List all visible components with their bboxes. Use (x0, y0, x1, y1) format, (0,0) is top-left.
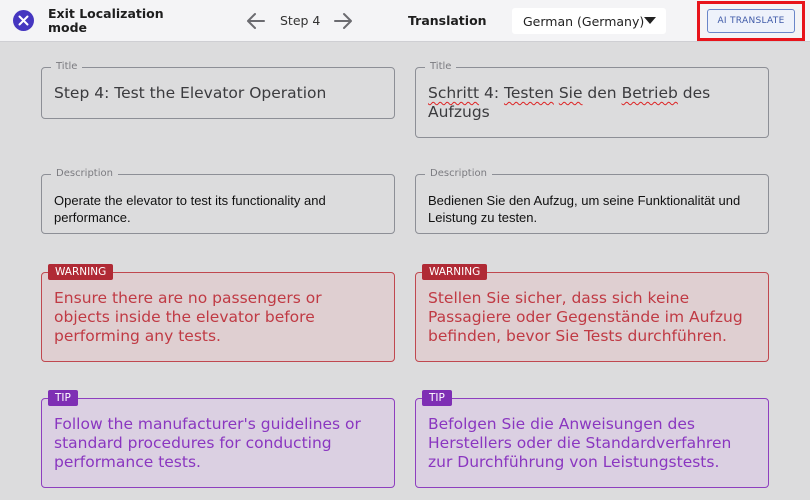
step-indicator: Step 4 (280, 13, 321, 28)
source-warning-text: Ensure there are no passengers or object… (54, 289, 322, 345)
source-title-legend: Title (51, 61, 83, 73)
misspelled-word: Schritt (428, 84, 480, 102)
translated-warning-callout[interactable]: WARNING Stellen Sie sicher, dass sich ke… (415, 264, 769, 362)
translated-title-legend: Title (425, 61, 457, 73)
translated-description-field[interactable]: Description Bedienen Sie den Aufzug, um … (415, 168, 769, 234)
translation-label: Translation (408, 13, 487, 28)
arrow-left-icon[interactable] (245, 10, 267, 32)
arrow-right-icon[interactable] (332, 10, 354, 32)
title-text-segment: 4: (479, 84, 504, 102)
source-tip-text: Follow the manufacturer's guidelines or … (54, 415, 361, 471)
misspelled-word: Betrieb (621, 84, 678, 102)
translated-title-field[interactable]: Title Schritt 4: Testen Sie den Betrieb … (415, 61, 769, 138)
translated-title-text[interactable]: Schritt 4: Testen Sie den Betrieb des Au… (428, 84, 756, 122)
translated-tip-callout[interactable]: TIP Befolgen Sie die Anweisungen des Her… (415, 390, 769, 488)
source-title-text: Step 4: Test the Elevator Operation (54, 84, 327, 102)
language-select-value: German (Germany) (523, 13, 645, 29)
source-tip-callout: TIP Follow the manufacturer's guidelines… (41, 390, 395, 488)
translated-tip-text[interactable]: Befolgen Sie die Anweisungen des Herstel… (428, 415, 756, 472)
source-warning-callout: WARNING Ensure there are no passengers o… (41, 264, 395, 362)
translated-warning-text[interactable]: Stellen Sie sicher, dass sich keine Pass… (428, 289, 756, 346)
source-description-field[interactable]: Description Operate the elevator to test… (41, 168, 395, 234)
close-icon (18, 15, 29, 26)
misspelled-word: Testen (503, 84, 554, 102)
translated-description-text[interactable]: Bedienen Sie den Aufzug, um seine Funkti… (428, 192, 756, 226)
exit-localization-button[interactable] (13, 10, 34, 31)
tip-badge: TIP (48, 390, 78, 406)
localization-toolbar: Exit Localization mode Step 4 Translatio… (0, 0, 810, 42)
caret-down-icon (644, 17, 656, 24)
language-select[interactable]: German (Germany) (512, 8, 666, 34)
title-text-segment: den (582, 84, 622, 102)
source-description-text: Operate the elevator to test its functio… (54, 193, 326, 225)
source-description-legend: Description (51, 168, 118, 180)
warning-badge: WARNING (422, 264, 488, 280)
exit-localization-label[interactable]: Exit Localization mode (48, 7, 178, 35)
misspelled-word: Sie (558, 84, 583, 102)
source-title-field[interactable]: Title Step 4: Test the Elevator Operatio… (41, 61, 395, 119)
translated-description-legend: Description (425, 168, 492, 180)
ai-translate-button[interactable]: AI TRANSLATE (707, 9, 795, 33)
warning-badge: WARNING (48, 264, 114, 280)
tip-badge: TIP (422, 390, 452, 406)
